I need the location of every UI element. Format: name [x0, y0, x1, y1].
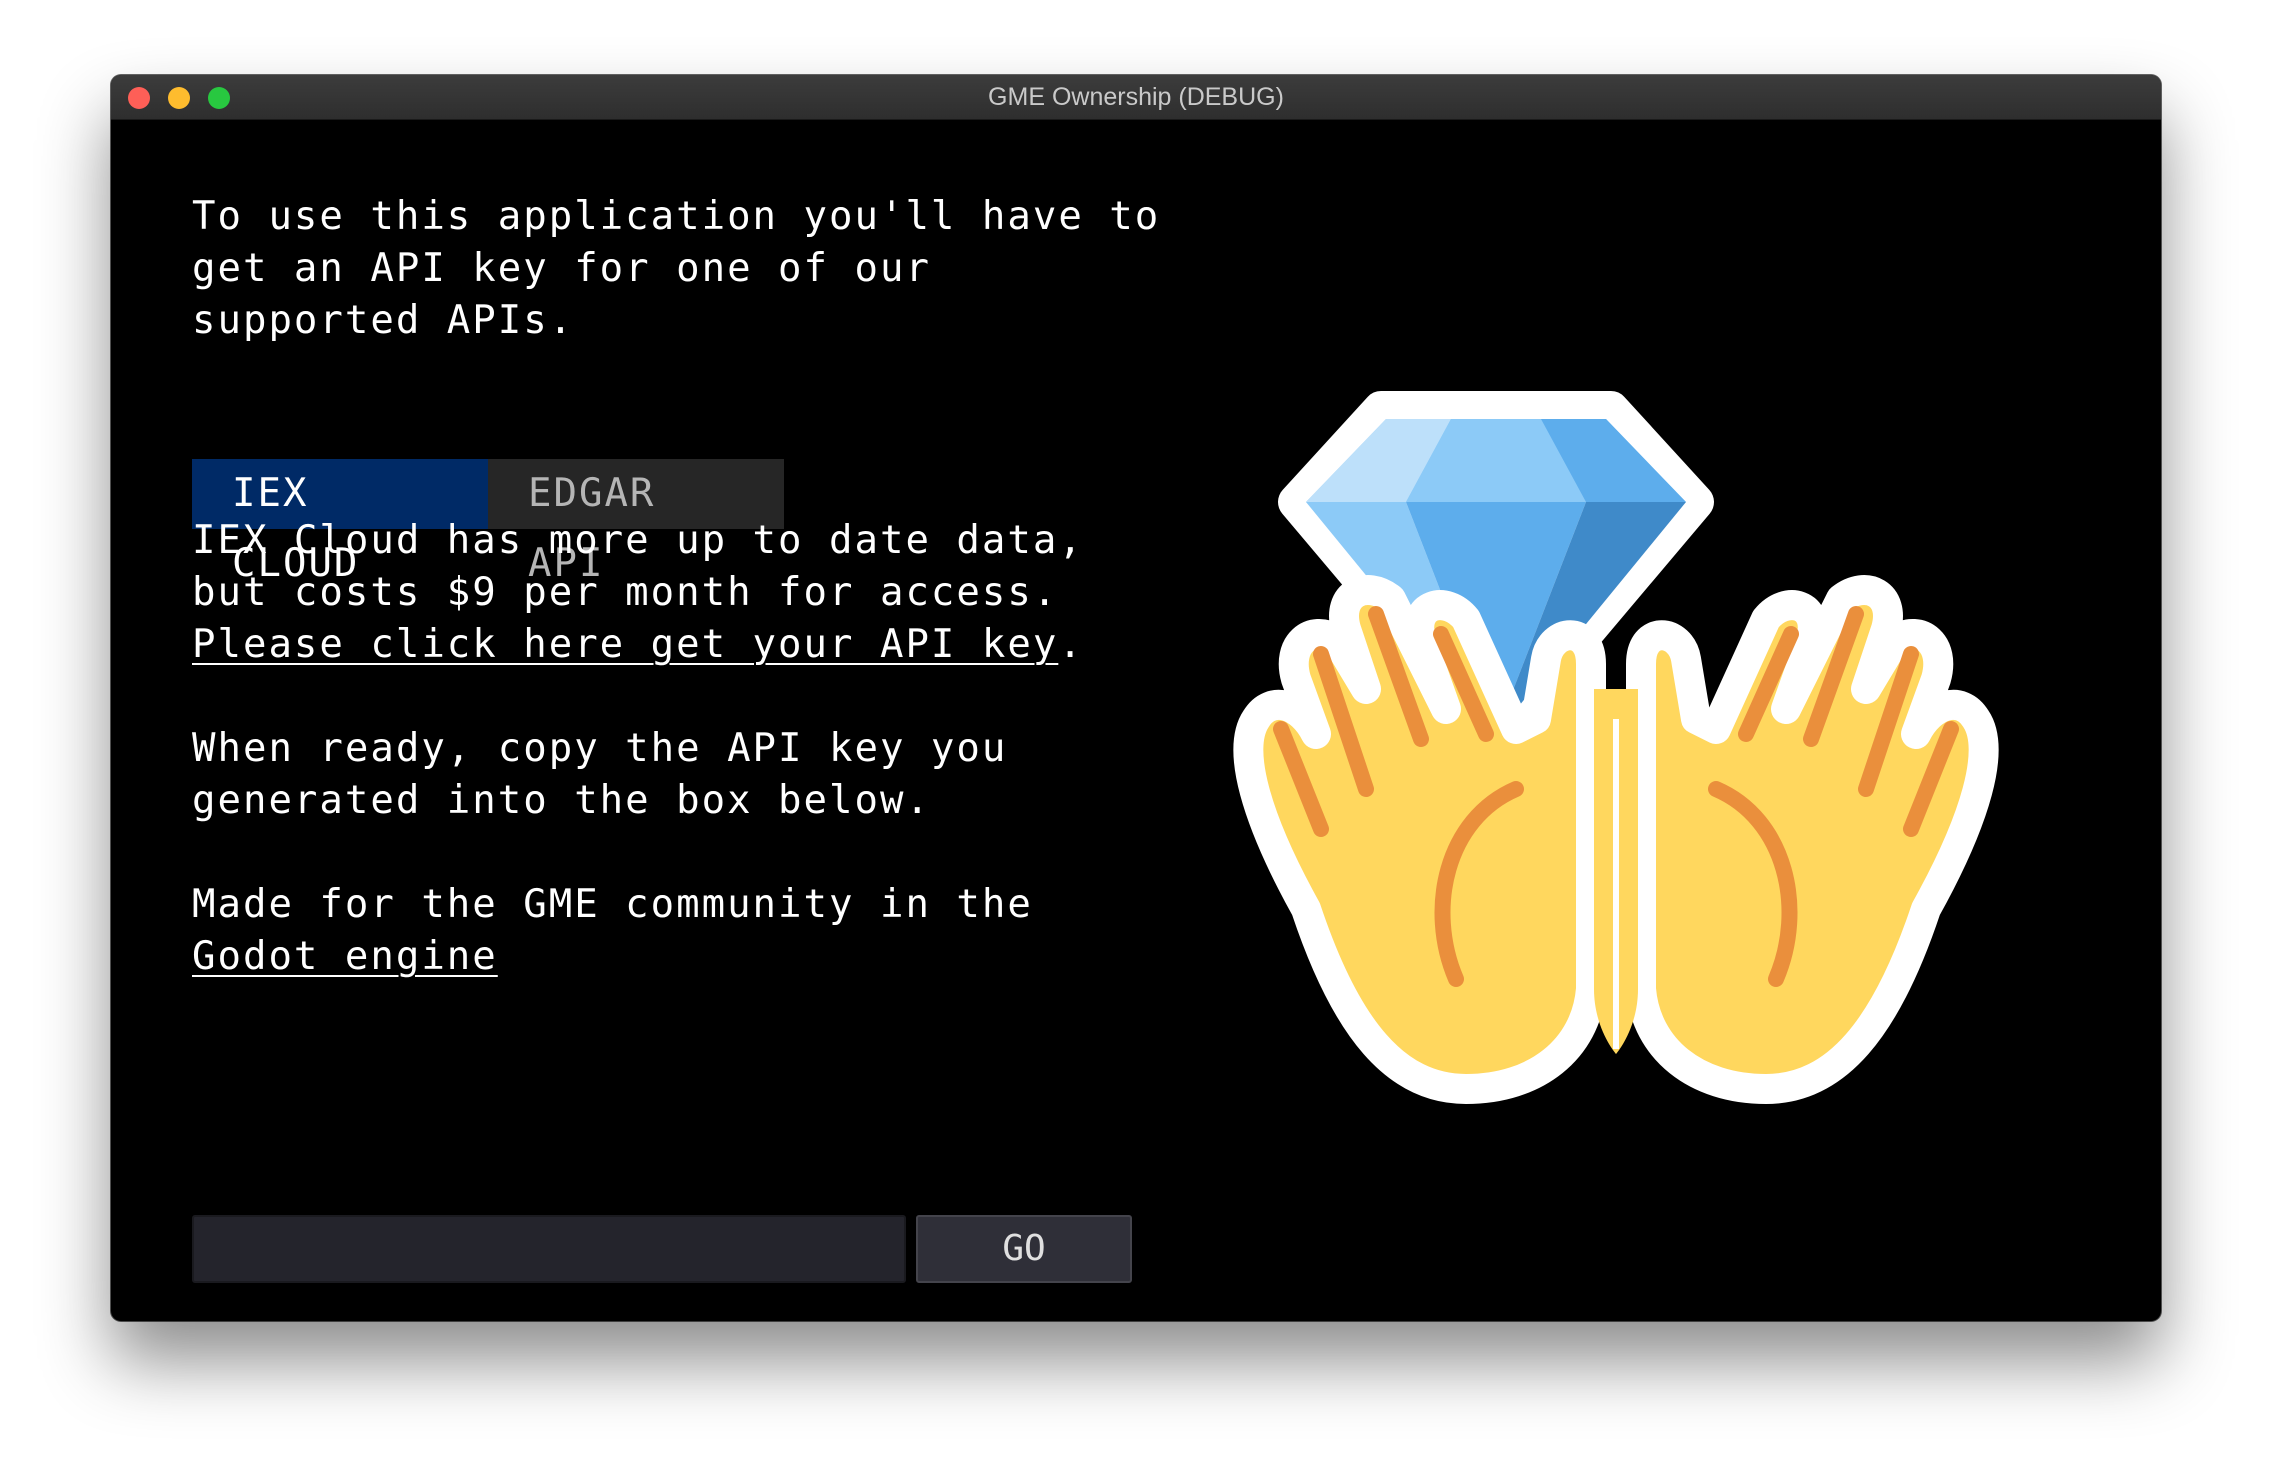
credits-line-1: Made for the GME community in the	[192, 882, 1033, 927]
api-link-suffix: .	[1058, 622, 1084, 667]
description-line-2: but costs $9 per month for access.	[192, 570, 1059, 615]
godot-engine-link[interactable]: Godot engine	[192, 934, 498, 979]
instructions-text: When ready, copy the API key you generat…	[192, 723, 1007, 827]
window-title: GME Ownership (DEBUG)	[988, 83, 1284, 111]
go-button[interactable]: GO	[916, 1215, 1132, 1283]
intro-line-1: To use this application you'll have to	[192, 194, 1161, 239]
instructions-line-1: When ready, copy the API key you	[192, 726, 1008, 771]
intro-line-2: get an API key for one of our	[192, 246, 931, 291]
instructions-line-2: generated into the box below.	[192, 778, 931, 823]
api-description: IEX Cloud has more up to date data, but …	[192, 515, 1084, 619]
credits-text: Made for the GME community in the Godot …	[192, 879, 1033, 983]
intro-line-3: supported APIs.	[192, 298, 575, 343]
diamond-hands-icon	[1216, 389, 2016, 1149]
title-bar[interactable]: GME Ownership (DEBUG)	[111, 75, 2161, 120]
left-hand-icon	[1233, 575, 1606, 1104]
main-content: To use this application you'll have to g…	[111, 119, 2161, 1321]
get-api-key-link[interactable]: Please click here get your API key	[192, 622, 1058, 667]
intro-text: To use this application you'll have to g…	[192, 191, 1160, 347]
api-key-input[interactable]	[192, 1215, 906, 1283]
description-line-1: IEX Cloud has more up to date data,	[192, 518, 1084, 563]
api-key-link-line: Please click here get your API key.	[192, 619, 1084, 671]
right-hand-icon	[1626, 575, 1999, 1104]
app-window: GME Ownership (DEBUG) To use this applic…	[111, 75, 2161, 1321]
